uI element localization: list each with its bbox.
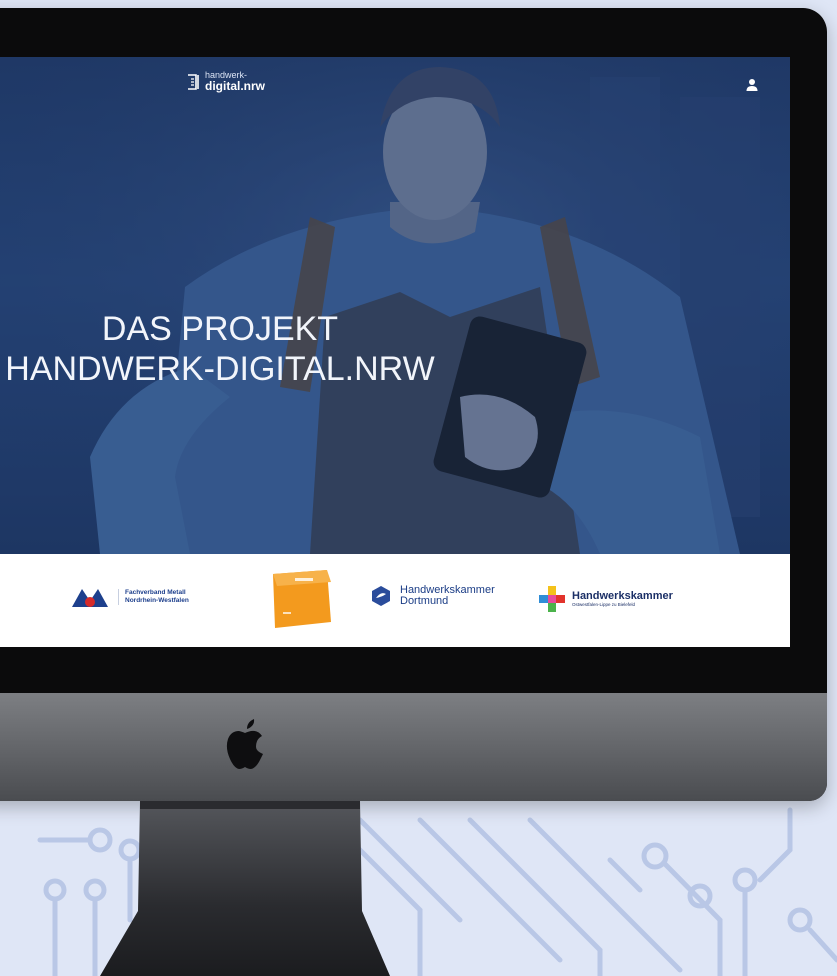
fachverband-metall-logo-icon: [72, 589, 108, 607]
hero-section: handwerk- digital.nrw DAS PROJEKT HANDWE…: [0, 57, 790, 554]
brand-text-bottom: digital.nrw: [205, 79, 265, 93]
hwk-dortmund-line-2: Dortmund: [400, 595, 449, 607]
partner-hwk-dortmund[interactable]: Handwerkskammer Dortmund: [370, 585, 495, 607]
hwk-bielefeld-subtitle: Ostwestfalen-Lippe zu Bielefeld: [572, 602, 636, 607]
hwk-bielefeld-logo-icon: [539, 586, 565, 612]
partner-fachverband-metall[interactable]: Fachverband Metall Nordrhein-Westfalen: [70, 585, 189, 609]
hero-title: DAS PROJEKT HANDWERK-DIGITAL.NRW: [0, 309, 460, 389]
monitor-screen: handwerk- digital.nrw DAS PROJEKT HANDWE…: [0, 57, 790, 647]
monitor-chin: [0, 693, 827, 801]
fvm-line-2: Nordrhein-Westfalen: [125, 597, 189, 604]
brand-mark-icon: [188, 73, 199, 90]
hero-image: [0, 57, 790, 554]
partner-cube-logo[interactable]: [265, 568, 335, 630]
partner-hwk-bielefeld[interactable]: Handwerkskammer Ostwestfalen-Lippe zu Bi…: [537, 584, 673, 614]
hwk-dortmund-logo-icon: [372, 586, 390, 606]
user-icon[interactable]: [745, 78, 759, 92]
partner-logos-bar: Fachverband Metall Nordrhein-Westfalen H…: [0, 554, 790, 647]
fvm-line-1: Fachverband Metall: [125, 589, 186, 596]
hwk-bielefeld-title: Handwerkskammer: [572, 590, 673, 602]
monitor-stand: [100, 801, 390, 976]
hero-title-line-1: DAS PROJEKT: [101, 310, 339, 348]
hero-title-line-2: HANDWERK-DIGITAL.NRW: [5, 350, 435, 388]
site-logo[interactable]: handwerk- digital.nrw: [187, 71, 265, 92]
apple-logo-icon: [226, 719, 263, 769]
